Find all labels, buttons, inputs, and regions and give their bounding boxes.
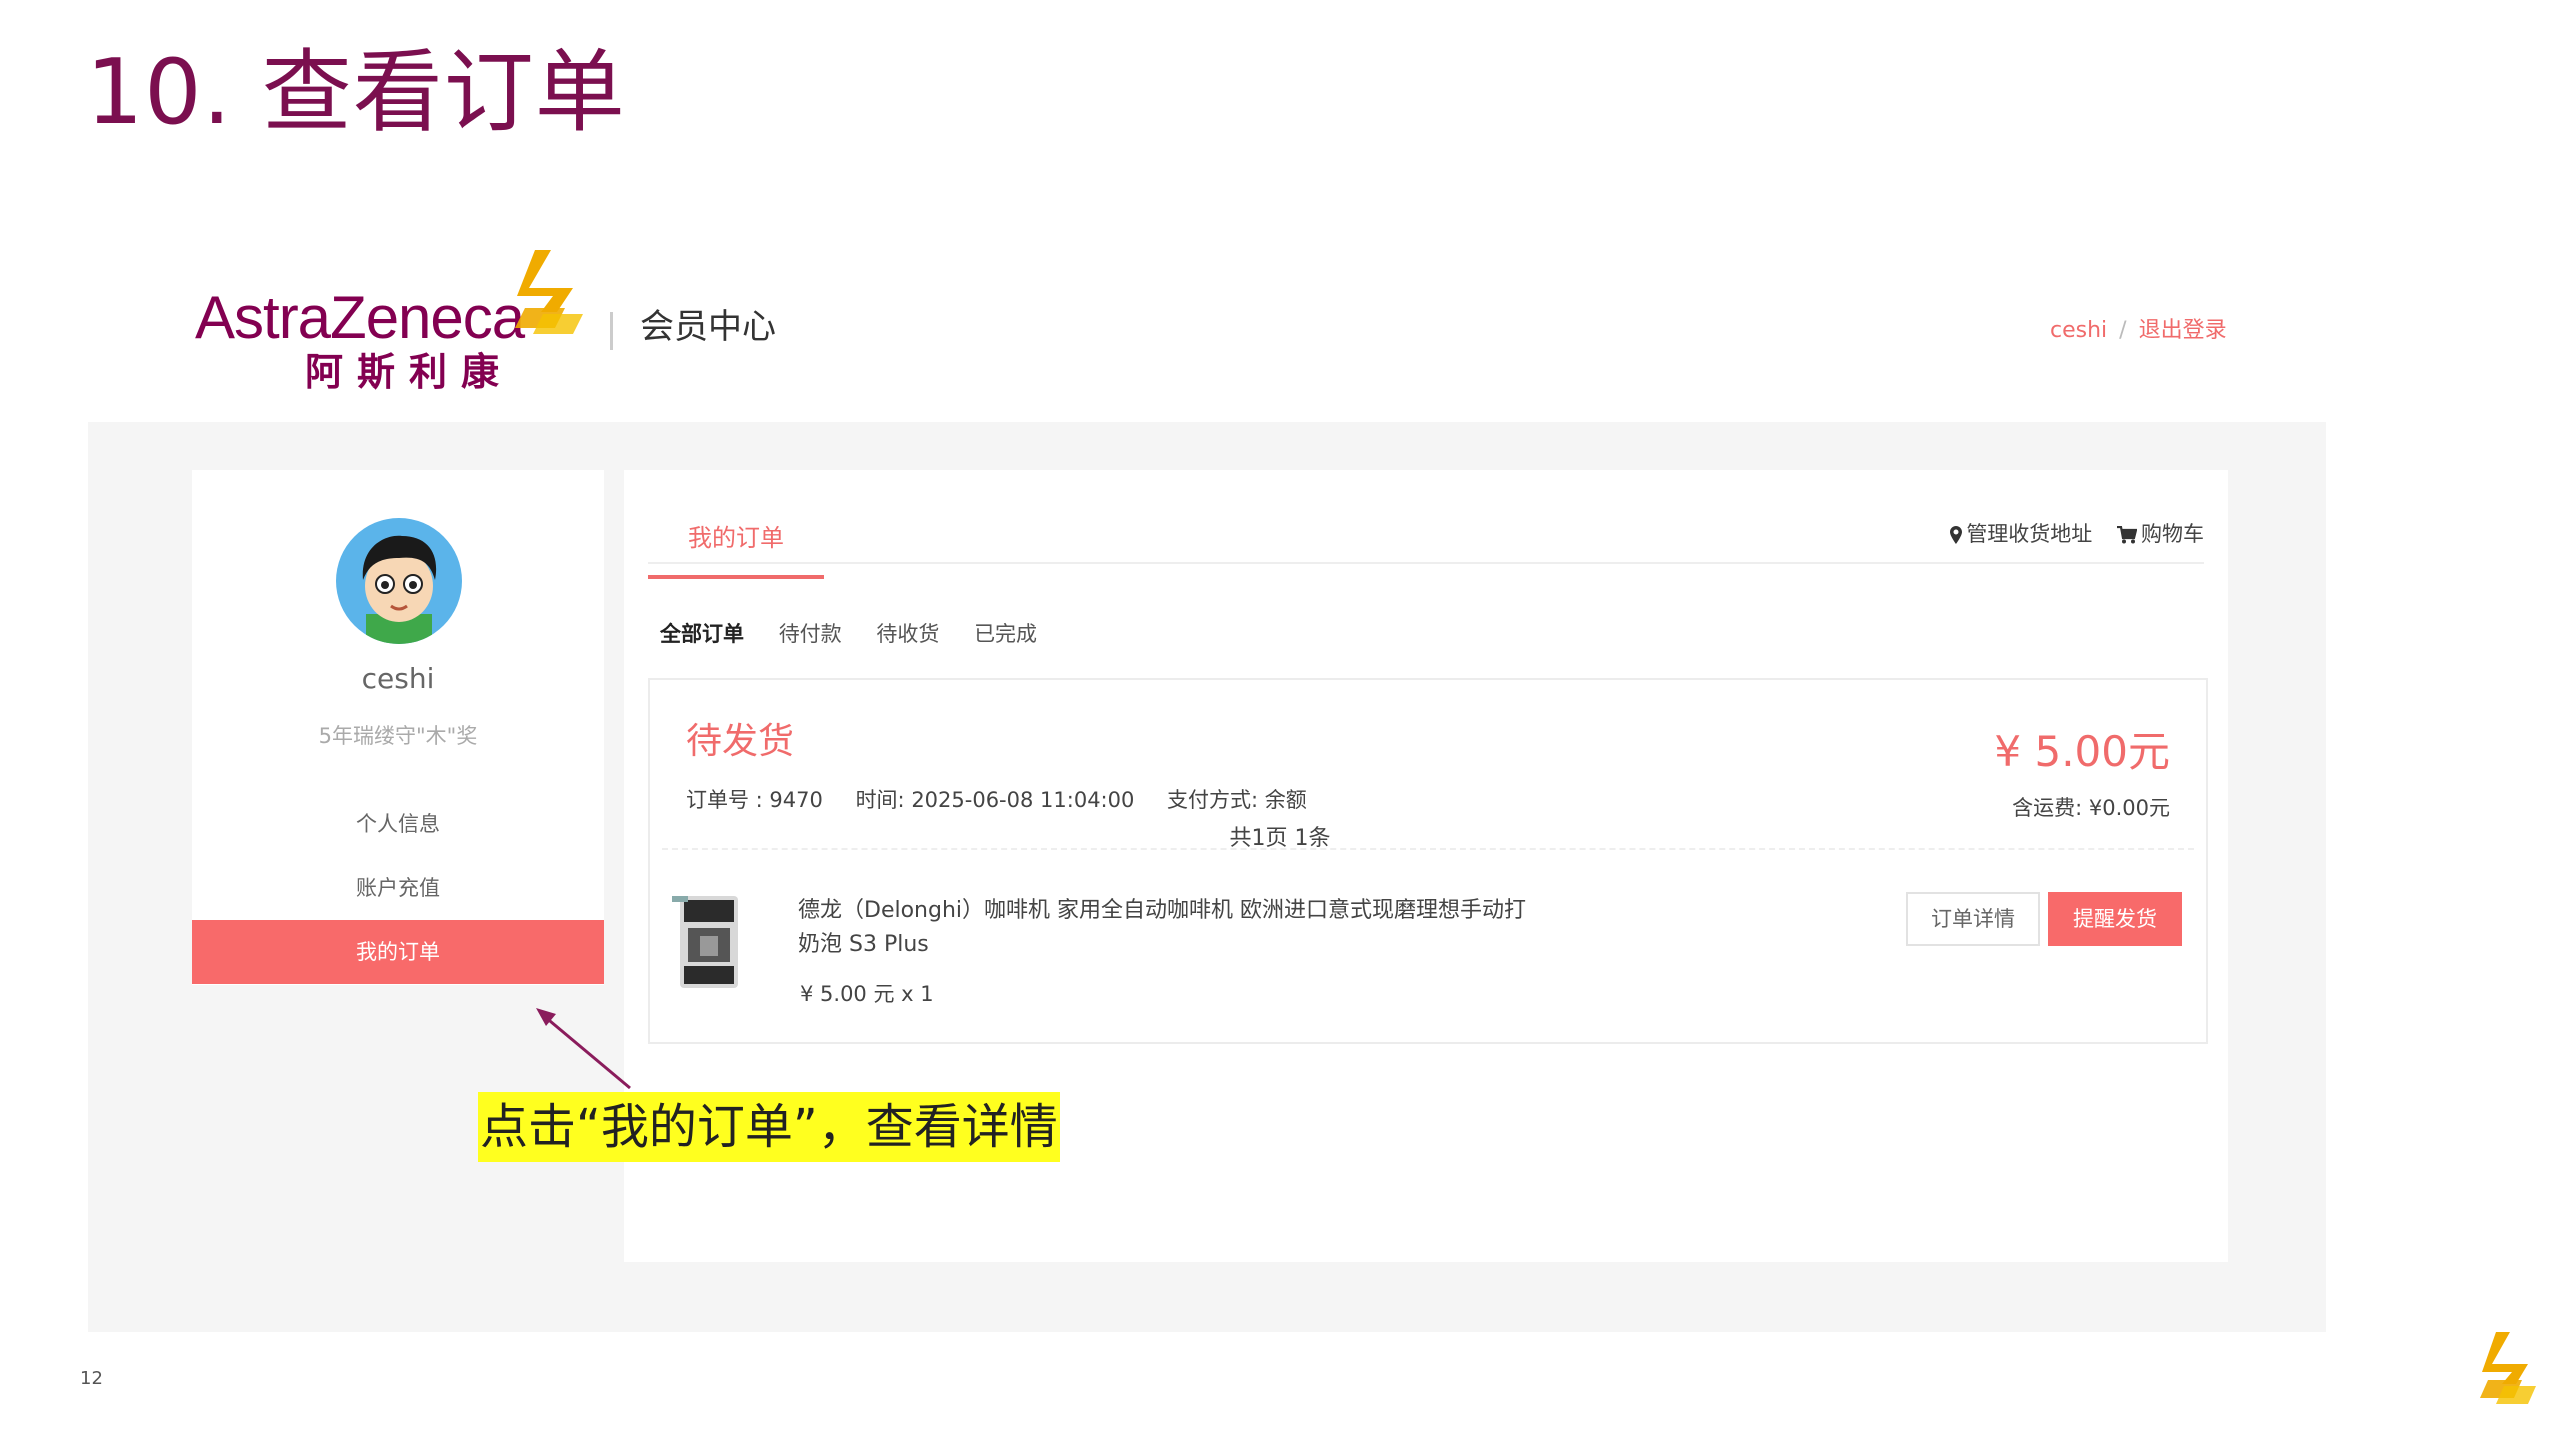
order-status: 待发货 <box>686 721 795 762</box>
manage-address-link[interactable]: 管理收货地址 <box>1950 518 2092 548</box>
brand-name-cn: 阿斯利康 <box>305 350 514 394</box>
order-number: 订单号 : 9470 <box>686 788 823 812</box>
order-time: 时间: 2025-06-08 11:04:00 <box>855 788 1135 812</box>
header-divider <box>610 312 613 350</box>
slide-page-number: 12 <box>80 1368 103 1389</box>
sidebar-user-subtitle: 5年瑞缕守"木"奖 <box>318 724 478 748</box>
tab-links: 管理收货地址 购物车 <box>1932 518 2204 548</box>
pagination-info: 共1页 1条 <box>1229 826 1331 851</box>
tab-my-orders[interactable]: 我的订单 <box>648 518 824 579</box>
annotation-arrow-icon <box>536 1008 631 1090</box>
order-card: 待发货 订单号 : 9470 时间: 2025-06-08 11:04:00 支… <box>648 678 2208 1044</box>
user-links: ceshi / 退出登录 <box>2050 320 2227 342</box>
sidebar-username: ceshi <box>361 662 435 695</box>
order-payment-method: 支付方式: 余额 <box>1167 788 1307 812</box>
member-center-title: 会员中心 <box>640 307 776 347</box>
sidebar-item-my-orders[interactable]: 我的订单 <box>192 920 604 984</box>
filter-pending-payment[interactable]: 待付款 <box>779 622 842 646</box>
remind-shipment-button[interactable]: 提醒发货 <box>2048 892 2182 946</box>
logout-link[interactable]: 退出登录 <box>2139 318 2227 343</box>
cart-icon <box>2117 525 2138 544</box>
order-shipping: 含运费: ¥0.00元 <box>2012 796 2170 820</box>
product-name[interactable]: 德龙（Delonghi）咖啡机 家用全自动咖啡机 欧洲进口意式现磨理想手动打奶泡… <box>798 894 1538 962</box>
astrazeneca-corner-symbol-icon <box>2480 1332 2536 1404</box>
order-filters: 全部订单 待付款 待收货 已完成 <box>660 618 1065 648</box>
astrazeneca-logo: AstraZeneca 阿斯利康 <box>195 248 595 398</box>
filter-completed[interactable]: 已完成 <box>974 622 1037 646</box>
annotation-callout: 点击“我的订单”，查看详情 <box>478 1092 1060 1162</box>
order-detail-button[interactable]: 订单详情 <box>1906 892 2040 946</box>
slide-title: 10. 查看订单 <box>86 40 626 145</box>
cart-label: 购物车 <box>2141 522 2204 546</box>
user-links-separator: / <box>2119 318 2127 343</box>
brand-name-en: AstraZeneca <box>195 284 525 351</box>
cart-link[interactable]: 购物车 <box>2117 518 2204 548</box>
tab-bar: 我的订单 管理收货地址 购物车 <box>648 470 2204 579</box>
manage-address-label: 管理收货地址 <box>1966 522 2093 546</box>
avatar <box>336 518 462 644</box>
order-total: ¥ 5.00元 <box>1994 727 2170 776</box>
sidebar-item-recharge[interactable]: 账户充值 <box>192 856 604 920</box>
product-image <box>672 896 738 988</box>
avatar-cartoon-icon <box>362 535 437 644</box>
sidebar: ceshi 5年瑞缕守"木"奖 个人信息 账户充值 我的订单 <box>192 470 604 985</box>
map-marker-icon <box>1950 526 1963 544</box>
filter-pending-receipt[interactable]: 待收货 <box>876 622 939 646</box>
astrazeneca-symbol-icon <box>515 250 583 334</box>
filter-all-orders[interactable]: 全部订单 <box>660 622 744 646</box>
username-link[interactable]: ceshi <box>2050 318 2107 343</box>
product-price: ¥ 5.00 元 x 1 <box>800 982 934 1006</box>
order-meta: 订单号 : 9470 时间: 2025-06-08 11:04:00 支付方式:… <box>686 784 1333 814</box>
